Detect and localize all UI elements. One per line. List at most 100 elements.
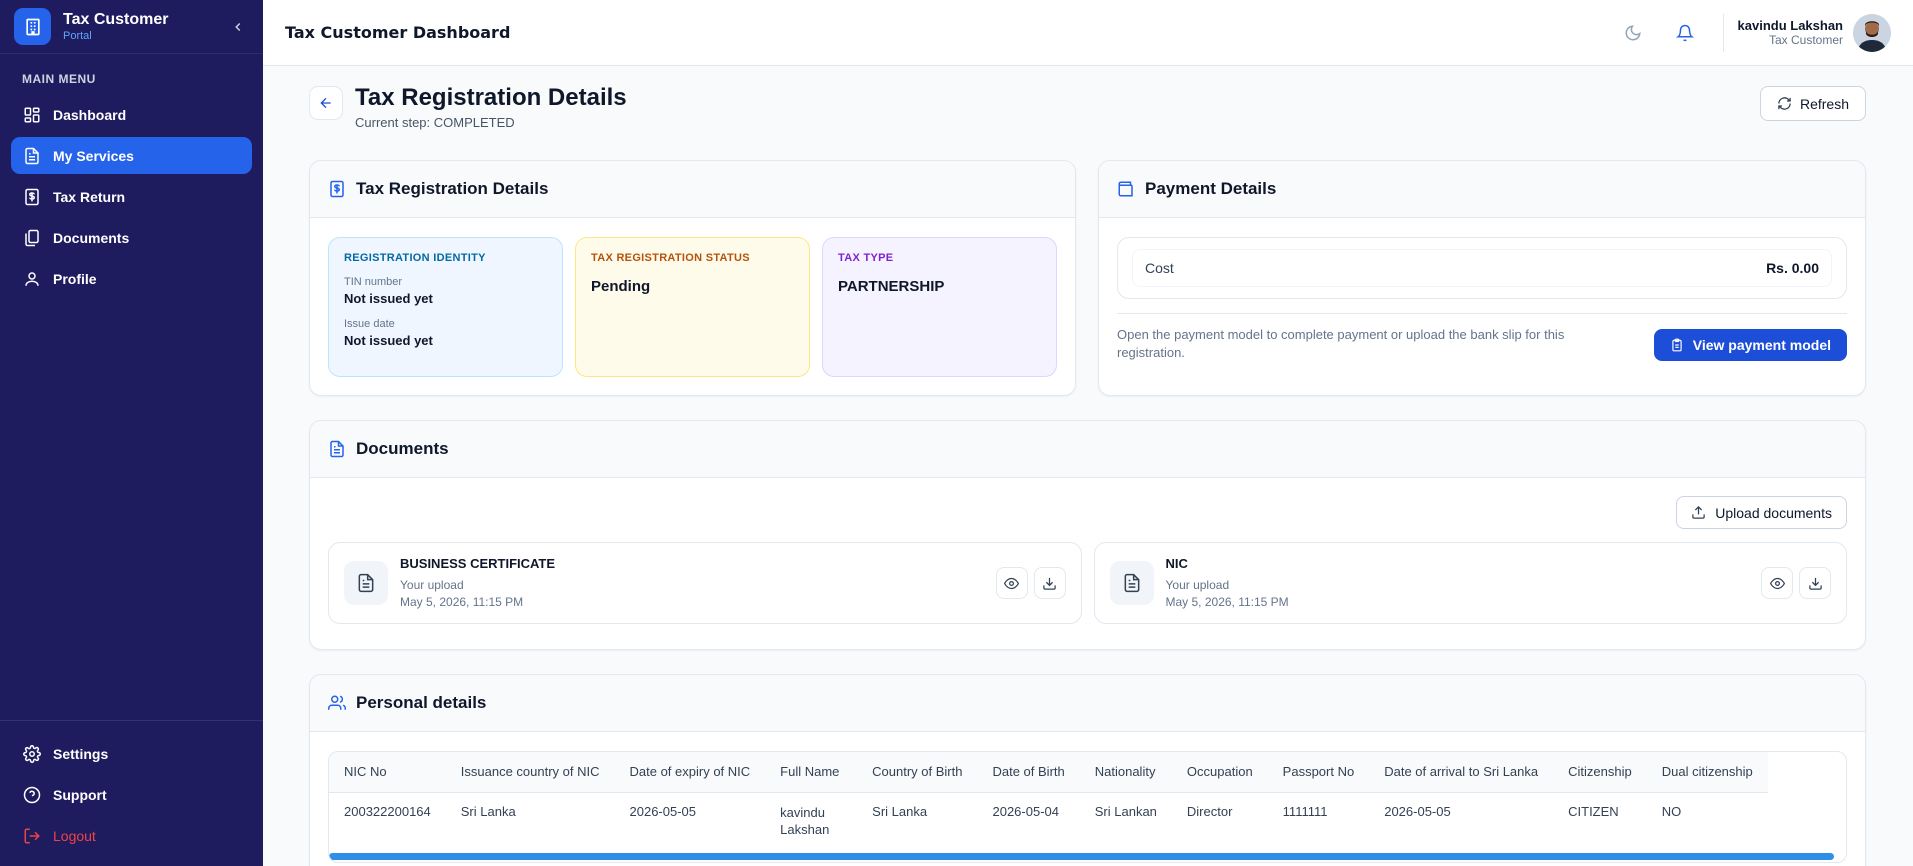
sidebar-item-my-services[interactable]: My Services bbox=[11, 137, 252, 174]
eye-icon bbox=[1769, 577, 1785, 589]
document-date: May 5, 2026, 11:15 PM bbox=[400, 594, 524, 609]
payment-note: Open the payment model to complete payme… bbox=[1117, 327, 1565, 360]
users-icon bbox=[328, 695, 346, 710]
tax-registration-card: Tax Registration Details REGISTRATION ID… bbox=[309, 160, 1076, 396]
sidebar: Tax Customer Portal MAIN MENU Dashboard … bbox=[0, 0, 263, 866]
table-cell: CITIZEN bbox=[1568, 803, 1619, 819]
document-source: Your upload bbox=[400, 577, 464, 592]
back-button[interactable] bbox=[309, 86, 343, 120]
table-cell: Sri Lanka bbox=[460, 803, 516, 819]
documents-card: Documents Upload documents BUSINESS CERT… bbox=[309, 420, 1866, 650]
upload-icon bbox=[1692, 505, 1705, 519]
upload-documents-button[interactable]: Upload documents bbox=[1676, 496, 1847, 529]
refresh-icon bbox=[1778, 97, 1791, 110]
issue-date-value: Not issued yet bbox=[344, 333, 433, 348]
bell-icon bbox=[1675, 24, 1694, 41]
document-source: Your upload bbox=[1165, 577, 1230, 592]
table-cell: 2026-05-04 bbox=[992, 803, 1059, 819]
cost-row: Cost Rs. 0.00 bbox=[1132, 249, 1832, 287]
view-document-button[interactable] bbox=[1761, 567, 1793, 599]
moon-icon bbox=[1625, 24, 1641, 40]
clipboard-icon bbox=[1672, 338, 1682, 352]
eye-icon bbox=[1004, 577, 1019, 589]
sidebar-item-profile[interactable]: Profile bbox=[11, 260, 252, 297]
issue-date-label: Issue date bbox=[344, 318, 395, 330]
table-row: 200322200164 Sri Lanka 2026-05-05 kavind… bbox=[329, 792, 1768, 845]
topbar: Tax Customer Dashboard kavindu Lakshan T… bbox=[263, 0, 1913, 66]
registration-identity-box: REGISTRATION IDENTITY TIN number Not iss… bbox=[328, 237, 563, 377]
view-document-button[interactable] bbox=[995, 567, 1028, 599]
sidebar-item-logout[interactable]: Logout bbox=[11, 817, 252, 854]
sidebar-item-settings[interactable]: Settings bbox=[11, 735, 252, 772]
document-item: BUSINESS CERTIFICATE Your upload May 5, … bbox=[328, 542, 1082, 624]
card-title: Payment Details bbox=[1145, 179, 1277, 198]
payment-details-card: Payment Details Cost Rs. 0.00 Open the p… bbox=[1098, 160, 1866, 396]
card-title: Documents bbox=[356, 439, 449, 458]
wallet-icon bbox=[1118, 181, 1133, 197]
collapse-sidebar-button[interactable] bbox=[227, 16, 249, 38]
download-document-button[interactable] bbox=[1033, 567, 1066, 599]
avatar-image bbox=[1853, 13, 1891, 52]
column-header: Citizenship bbox=[1553, 752, 1647, 793]
sidebar-item-label: Tax Return bbox=[53, 188, 126, 205]
chevron-left-icon bbox=[235, 22, 241, 31]
table-cell: Director bbox=[1186, 803, 1233, 819]
sidebar-bottom: Settings Support Logout bbox=[0, 720, 263, 866]
brand: Tax Customer Portal bbox=[0, 0, 263, 54]
dashboard-title: Tax Customer Dashboard bbox=[285, 23, 511, 42]
sidebar-item-tax-return[interactable]: Tax Return bbox=[11, 178, 252, 215]
divider bbox=[1117, 313, 1847, 314]
current-step: Current step: COMPLETED bbox=[355, 115, 515, 130]
column-header: Issuance country of NIC bbox=[445, 752, 615, 793]
column-header: Date of Birth bbox=[977, 752, 1080, 793]
status-label: TAX REGISTRATION STATUS bbox=[591, 252, 750, 264]
document-icon bbox=[330, 440, 344, 458]
documents-icon bbox=[25, 229, 39, 246]
download-icon bbox=[1808, 577, 1822, 590]
dashboard-icon bbox=[24, 107, 40, 122]
personal-details-card: Personal details NIC No Issuance country… bbox=[309, 674, 1866, 866]
document-icon bbox=[25, 147, 39, 164]
sidebar-item-dashboard[interactable]: Dashboard bbox=[11, 96, 252, 133]
file-icon bbox=[1109, 561, 1154, 605]
brand-title: Tax Customer bbox=[63, 10, 169, 28]
file-icon bbox=[344, 561, 388, 605]
table-cell: Sri Lankan bbox=[1094, 803, 1157, 819]
column-header: Dual citizenship bbox=[1646, 752, 1768, 793]
download-icon bbox=[1043, 577, 1056, 590]
status-badge: Pending bbox=[591, 278, 651, 295]
notifications-button[interactable] bbox=[1667, 15, 1703, 51]
theme-toggle-button[interactable] bbox=[1615, 15, 1651, 51]
horizontal-scrollbar[interactable] bbox=[329, 853, 1834, 860]
table-cell: kavindu Lakshan bbox=[780, 804, 830, 838]
document-name: BUSINESS CERTIFICATE bbox=[400, 555, 556, 571]
view-payment-model-button[interactable]: View payment model bbox=[1653, 329, 1847, 361]
document-name: NIC bbox=[1165, 555, 1188, 571]
column-header: NIC No bbox=[329, 752, 446, 793]
sidebar-item-documents[interactable]: Documents bbox=[11, 219, 252, 256]
identity-label: REGISTRATION IDENTITY bbox=[344, 252, 486, 264]
document-item: NIC Your upload May 5, 2026, 11:15 PM bbox=[1093, 542, 1847, 624]
gear-icon bbox=[23, 744, 41, 763]
table-cell: 1111111 bbox=[1282, 803, 1328, 819]
avatar[interactable] bbox=[1853, 13, 1891, 52]
card-title: Tax Registration Details bbox=[356, 179, 549, 198]
download-document-button[interactable] bbox=[1799, 567, 1831, 599]
user-name: kavindu Lakshan bbox=[1737, 17, 1843, 33]
page-title: Tax Registration Details bbox=[355, 84, 627, 111]
card-title: Personal details bbox=[356, 693, 487, 712]
sidebar-item-label: Logout bbox=[53, 827, 96, 844]
user-info[interactable]: kavindu Lakshan Tax Customer bbox=[1738, 18, 1843, 48]
refresh-label: Refresh bbox=[1799, 95, 1849, 112]
sidebar-item-support[interactable]: Support bbox=[11, 776, 252, 813]
button-label: View payment model bbox=[1692, 337, 1831, 353]
logout-icon bbox=[24, 828, 40, 843]
button-label: Upload documents bbox=[1715, 504, 1832, 521]
tin-label: TIN number bbox=[344, 276, 403, 288]
cost-label: Cost bbox=[1145, 260, 1174, 276]
refresh-button[interactable]: Refresh bbox=[1759, 86, 1866, 121]
tax-type-box: TAX TYPE PARTNERSHIP bbox=[822, 237, 1057, 377]
personal-details-table: NIC No Issuance country of NIC Date of e… bbox=[328, 751, 1847, 863]
sidebar-item-label: Dashboard bbox=[53, 106, 127, 123]
table-cell: NO bbox=[1661, 803, 1682, 819]
